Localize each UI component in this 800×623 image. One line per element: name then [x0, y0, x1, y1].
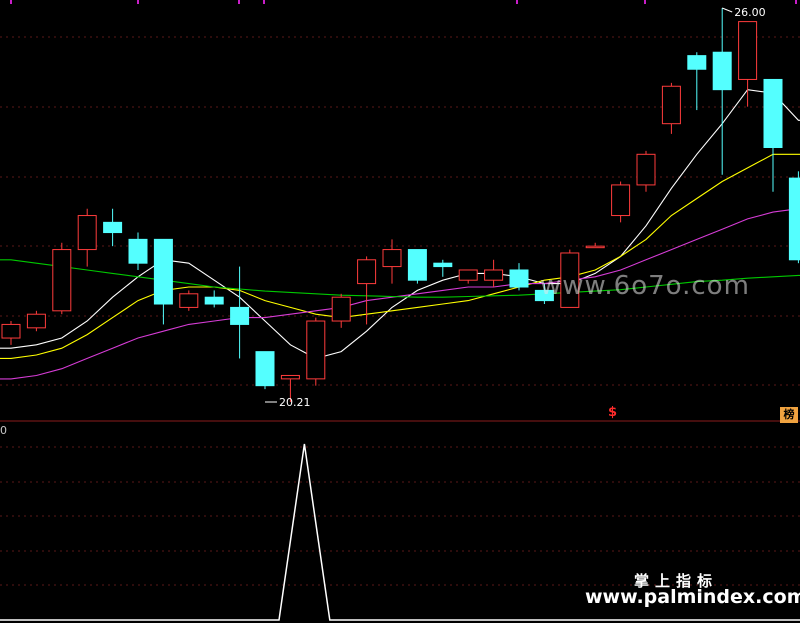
candle-body-7: [179, 293, 199, 308]
top-tick-0: [10, 0, 12, 4]
candle-body-10: [255, 351, 275, 387]
candle-body-23: [585, 245, 605, 249]
top-tick-4: [516, 0, 518, 4]
top-tick-5: [644, 0, 646, 4]
high-label: 26.00: [734, 6, 766, 19]
top-tick-1: [137, 0, 139, 4]
candle-body-11: [280, 374, 300, 380]
indicator-zero-label: 0: [0, 424, 7, 437]
candle-body-31: [788, 177, 800, 261]
candle-body-29: [738, 21, 758, 80]
rank-badge: 榜: [780, 407, 798, 423]
candle-body-25: [636, 153, 656, 186]
candle-body-18: [458, 269, 478, 281]
candle-body-4: [103, 221, 123, 234]
candle-body-6: [153, 238, 173, 305]
top-tick-3: [263, 0, 265, 4]
candle-body-1: [26, 313, 46, 329]
candle-body-16: [407, 249, 427, 281]
candle-body-0: [1, 323, 21, 339]
low-label: 20.21: [279, 396, 311, 409]
candle-body-2: [52, 249, 72, 312]
moving-average-lines: [0, 89, 800, 380]
high-pointer: [722, 7, 733, 13]
top-tick-6: [795, 0, 797, 4]
stock-chart: 26.00 20.21: [0, 0, 800, 621]
watermark-top: www.6o7o.com: [540, 271, 750, 301]
candle-body-15: [382, 249, 402, 268]
candle-body-28: [712, 51, 732, 91]
candle-body-8: [204, 296, 224, 305]
candle-body-19: [484, 269, 504, 281]
candle-body-24: [611, 184, 631, 217]
candle-body-27: [687, 55, 707, 70]
candle-body-26: [661, 85, 681, 125]
candle-body-20: [509, 269, 529, 288]
candle-body-13: [331, 296, 351, 322]
candle-body-30: [763, 78, 783, 148]
candle-body-3: [77, 215, 97, 251]
signal-marker: $: [608, 405, 618, 420]
candle-body-14: [357, 259, 377, 285]
watermark-bottom: www.palmindex.com: [585, 586, 800, 608]
top-tick-2: [238, 0, 240, 4]
candle-body-5: [128, 238, 148, 264]
candlesticks: [1, 8, 800, 402]
candle-body-9: [230, 306, 250, 325]
candle-body-12: [306, 320, 326, 380]
candle-body-17: [433, 262, 453, 268]
